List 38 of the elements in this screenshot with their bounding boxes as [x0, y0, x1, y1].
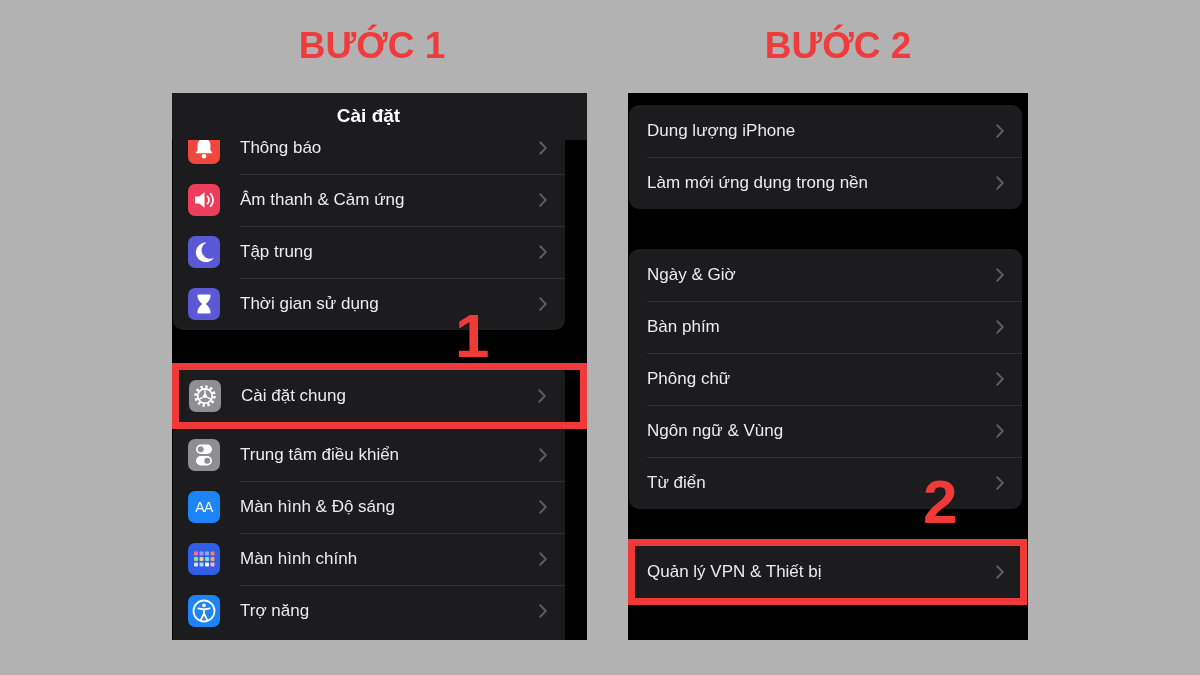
chevron-icon [538, 389, 546, 403]
step-number: 1 [455, 310, 490, 363]
settings-row[interactable]: Ngày & Giờ [629, 249, 1022, 301]
settings-row[interactable]: Tập trung [173, 226, 565, 278]
chevron-icon [539, 141, 547, 155]
settings-row[interactable]: Âm thanh & Cảm ứng [173, 174, 565, 226]
settings-row[interactable]: Trung tâm điều khiển [173, 429, 565, 481]
chevron-icon [996, 424, 1004, 438]
chevron-icon [539, 448, 547, 462]
settings-row[interactable]: Làm mới ứng dụng trong nền [629, 157, 1022, 209]
settings-row[interactable]: Bàn phím [629, 301, 1022, 353]
chevron-icon [996, 565, 1004, 579]
settings-row[interactable]: Thông báo [173, 140, 565, 174]
step-title: BƯỚC 1 [298, 25, 446, 68]
settings-row[interactable]: Trợ năng [173, 585, 565, 637]
chevron-icon [539, 552, 547, 566]
step-title: BƯỚC 2 [764, 25, 912, 68]
settings-row[interactable]: Dung lượng iPhone [629, 105, 1022, 157]
chevron-icon [996, 372, 1004, 386]
chevron-icon [996, 176, 1004, 190]
step-number: 2 [923, 476, 958, 529]
chevron-icon [539, 193, 547, 207]
settings-row[interactable]: Quản lý VPN & Thiết bị [635, 546, 1020, 598]
settings-row[interactable]: Ngôn ngữ & Vùng [629, 405, 1022, 457]
chevron-icon [996, 268, 1004, 282]
text-size-icon: AA [188, 491, 220, 523]
chevron-icon [539, 604, 547, 618]
chevron-icon [539, 297, 547, 311]
chevron-icon [996, 320, 1004, 334]
settings-row[interactable]: Phông chữ [629, 353, 1022, 405]
chevron-icon [996, 124, 1004, 138]
chevron-icon [996, 476, 1004, 490]
navigation-bar: Cài đặt [172, 93, 587, 140]
settings-row[interactable]: Cài đặt chung [179, 370, 580, 422]
chevron-icon [539, 245, 547, 259]
settings-row[interactable]: Màn hình chính [173, 533, 565, 585]
settings-row[interactable]: AA Màn hình & Độ sáng [173, 481, 565, 533]
chevron-icon [539, 500, 547, 514]
